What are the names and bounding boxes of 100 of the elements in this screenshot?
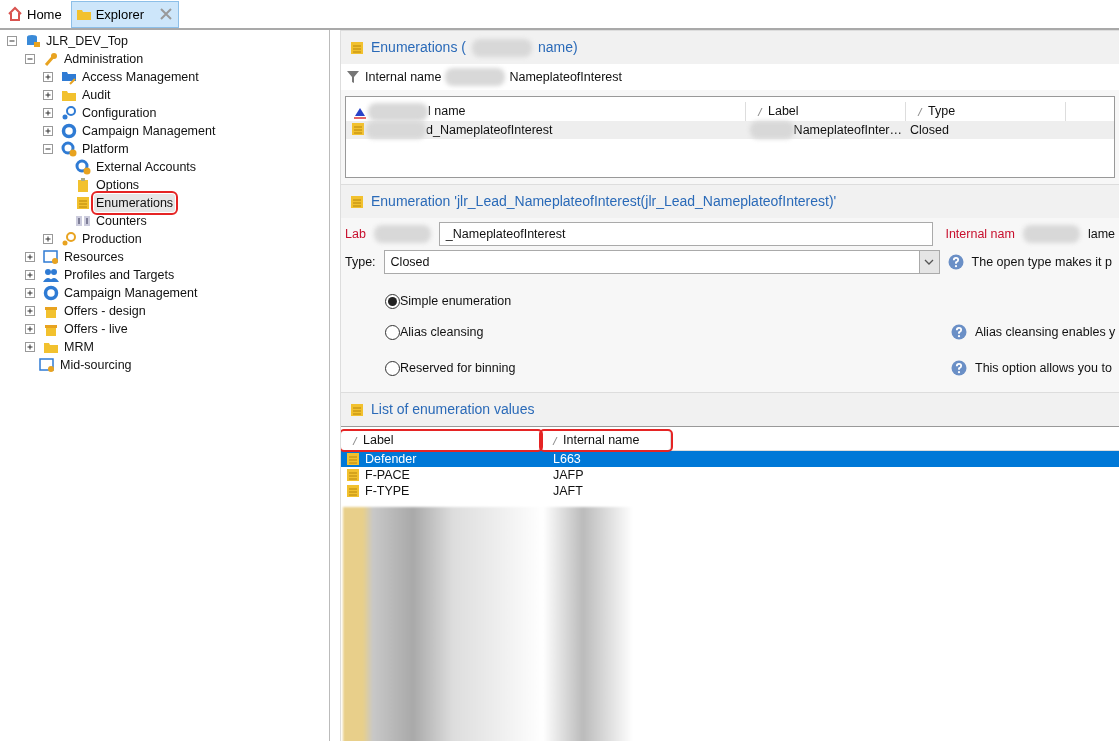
grid-row[interactable]: d_NameplateofInterest NameplateofInter… Closed [346,121,1114,139]
radio-option[interactable]: Alias cleansing [385,322,951,342]
expand-icon[interactable] [22,285,38,301]
column-label: Label [363,432,394,450]
label-field[interactable]: _NameplateofInterest [438,222,934,246]
tree-item[interactable]: Resources [62,247,126,267]
list-icon [349,401,365,418]
tree-item[interactable]: Configuration [80,103,159,123]
panel-title: name) [537,38,578,57]
field-label: Type: [345,253,376,271]
column-header[interactable]: Label [341,431,541,450]
list-icon [350,120,366,137]
table-cell-text: L663 [552,450,581,468]
tree-item[interactable]: Options [94,175,142,195]
clipboard-icon [75,177,91,193]
help-icon [951,360,967,376]
tree-item[interactable]: Production [80,229,144,249]
home-icon [7,6,23,23]
list-icon [349,193,365,210]
redaction-blur [366,120,426,139]
table-cell-text: d_NameplateofInterest [426,121,553,139]
tab[interactable]: Home [2,0,67,28]
expand-icon[interactable] [22,249,38,265]
column-label: l name [428,103,466,121]
folder-icon [61,69,77,85]
radio-option[interactable]: Reserved for binning [385,358,951,378]
tree-item[interactable]: Counters [94,211,149,231]
redaction-blur [368,102,428,121]
list-icon [75,195,91,211]
radio-button[interactable] [385,324,400,340]
resources-icon [43,249,59,265]
tree-item[interactable]: Platform [80,139,131,159]
tree-item[interactable]: Campaign Management [80,121,218,141]
expand-icon[interactable] [22,321,38,337]
help-text: This option allows you to [975,359,1112,377]
people-icon [43,267,59,283]
column-label: Label [768,103,799,121]
panel-title: List of enumeration values [371,400,535,419]
table-row[interactable]: F-PACE JAFP [341,467,1119,483]
tree-item[interactable]: Profiles and Targets [62,265,177,285]
resources-icon [39,357,55,373]
radio-option[interactable]: Simple enumeration [385,291,951,311]
help-icon [947,254,964,270]
expand-icon[interactable] [22,339,38,355]
help-text: The open type makes it p [971,253,1112,271]
collapse-icon[interactable] [22,51,38,67]
radio-button[interactable] [385,293,400,309]
panel-title: Enumeration 'jlr_Lead_NameplateofInterest(jlr_Lead_NameplateofInterest)' [371,192,837,211]
wrench-icon [43,51,59,67]
list-icon [349,39,365,56]
tree-item[interactable]: Mid-sourcing [58,355,134,375]
redaction-blur [445,68,506,86]
column-label: Type [928,103,956,121]
table-cell-text: Defender [365,450,417,468]
tree-item[interactable]: Audit [80,85,113,105]
expand-icon[interactable] [40,87,56,103]
tree-item[interactable]: Offers - design [62,301,148,321]
expand-icon[interactable] [40,231,56,247]
tree-item[interactable]: Access Management [80,67,201,87]
table-row[interactable]: Defender L663 [341,451,1119,467]
tree-item[interactable]: Enumerations [94,193,176,213]
table-row[interactable]: F-TYPE JAFT [341,483,1119,499]
redaction-blur [1022,225,1080,243]
ring-icon [43,285,59,301]
counter-icon [75,213,91,229]
field-label: Lab [345,225,366,243]
expand-icon[interactable] [40,105,56,121]
help-text: Alias cleansing enables y [975,323,1116,341]
type-dropdown[interactable]: Closed [383,250,940,274]
tree-item[interactable]: Offers - live [62,319,130,339]
expand-icon[interactable] [40,123,56,139]
column-header[interactable]: Internal name [541,431,671,450]
tree-item[interactable]: Administration [62,49,146,69]
table-cell-text: Closed [910,121,949,139]
radio-button[interactable] [385,360,400,376]
list-icon [345,483,361,499]
collapse-icon[interactable] [4,33,20,49]
redaction-blur [373,225,431,243]
table-cell-text: F-PACE [365,466,410,484]
field-value: lame [1087,225,1115,243]
expand-icon[interactable] [40,69,56,85]
tree-item[interactable]: JLR_DEV_Top [44,31,130,51]
expand-icon[interactable] [22,303,38,319]
column-label: Internal name [563,432,640,450]
tree-item[interactable]: Campaign Management [62,283,200,303]
collapse-icon[interactable] [40,141,56,157]
filter-icon [345,69,361,85]
redaction-blur [471,38,532,57]
ring-icon [61,123,77,139]
table-cell-text: JAFT [552,482,583,500]
table-cell-text: NameplateofInter… [793,121,902,139]
tree-item[interactable]: MRM [62,337,96,357]
table-cell-text: F-TYPE [365,482,410,500]
database-icon [25,33,41,49]
panel-title: Enumerations ( [371,38,466,57]
tree-item[interactable]: External Accounts [94,157,199,177]
field-label: Internal nam [945,225,1015,243]
tab[interactable]: Explorer [70,0,180,28]
expand-icon[interactable] [22,267,38,283]
help-icon [951,324,967,340]
